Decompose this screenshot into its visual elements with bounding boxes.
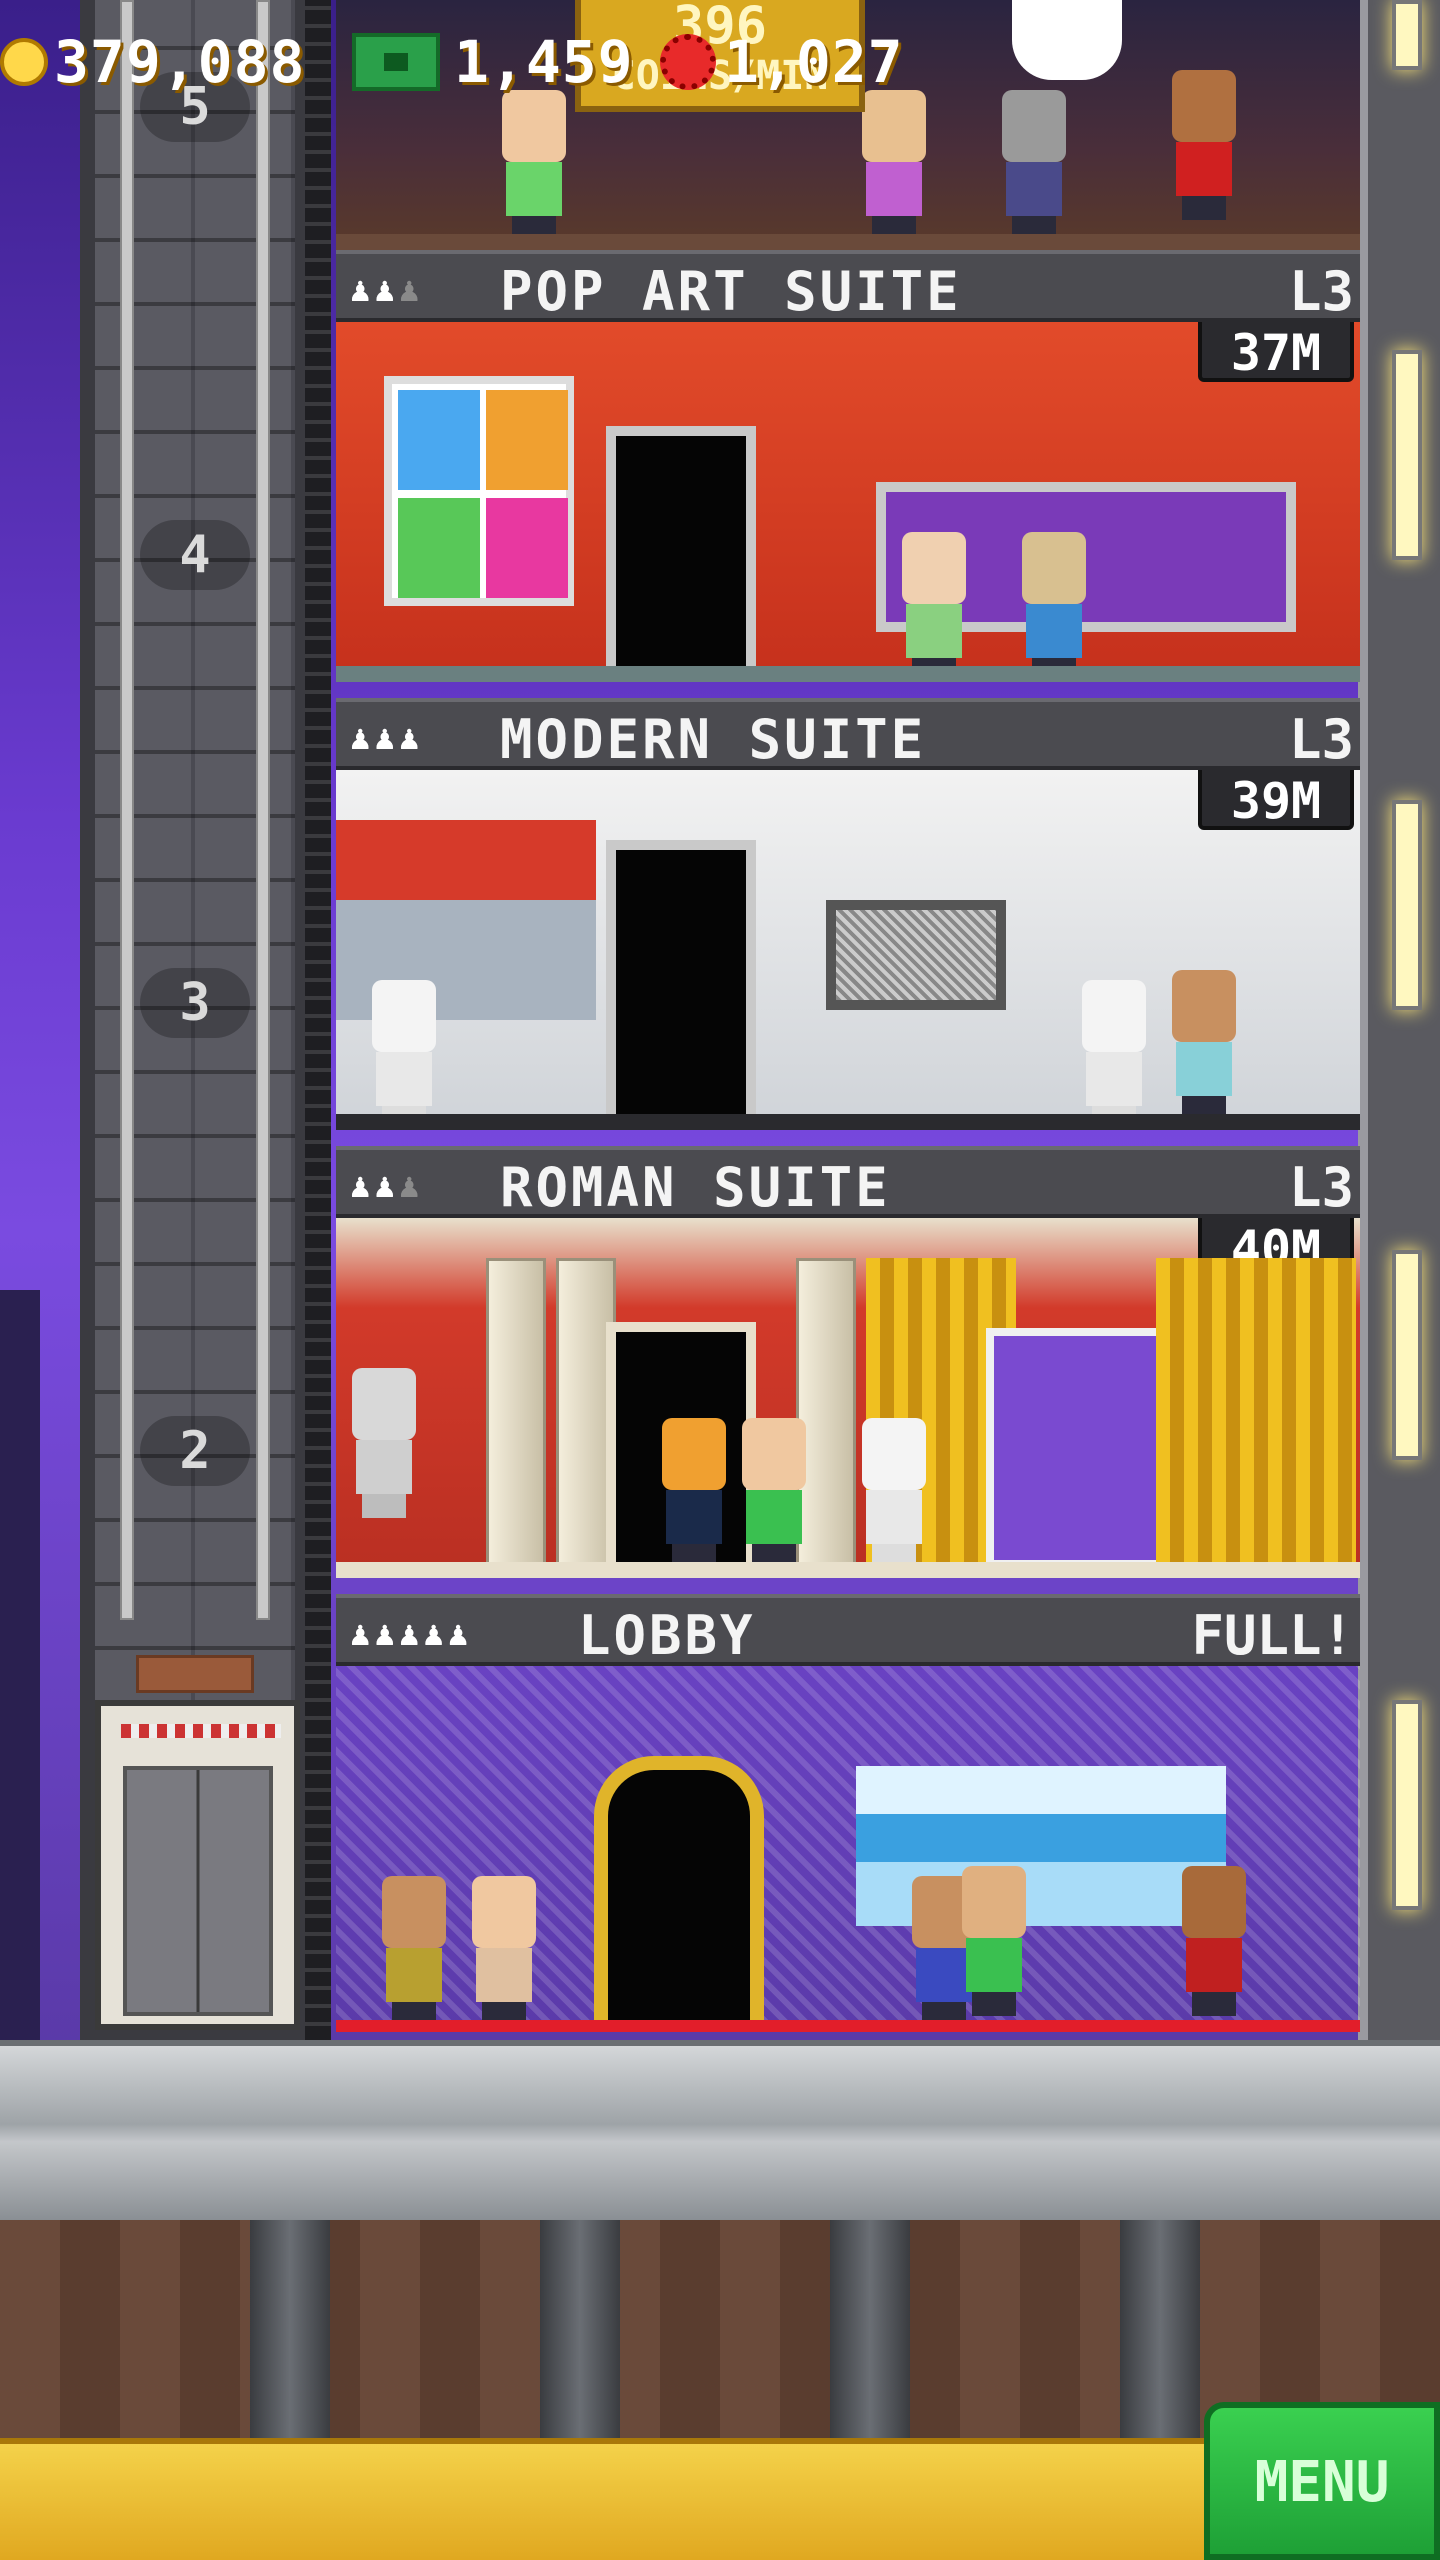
basement-pillar [540,2220,620,2440]
room-floor-strip [336,1114,1360,1130]
floor-level: L3 [1288,260,1354,323]
bitizen[interactable] [1166,970,1242,1120]
basement-pillar [250,2220,330,2440]
floor-label-lobby[interactable]: ♟♟♟♟♟ LOBBY FULL! [336,1594,1360,1667]
bitizen[interactable] [376,1876,452,2026]
bitizen[interactable] [656,1418,732,1568]
bitizen[interactable] [496,90,572,240]
bitizen[interactable] [736,1418,812,1568]
bitizen[interactable] [896,532,972,682]
city-skyline [0,1290,40,2050]
basement-pillar [1120,2220,1200,2440]
coins-value: 379,088 [54,28,306,96]
wall-lamp [1392,0,1422,70]
bitizen[interactable] [466,1876,542,2026]
floor-label-modern[interactable]: ♟♟♟ MODERN SUITE L3 [336,698,1360,771]
coin-icon [0,38,48,86]
bitizen[interactable] [366,980,442,1130]
elevator-doors [123,1766,273,2016]
wall-lamp [1392,800,1422,1010]
room-modern-suite[interactable]: 39M [336,770,1360,1130]
elevator-indicator [121,1724,281,1738]
bitizen[interactable] [996,90,1072,240]
elevator-rail-right [256,0,270,1620]
floor-name: ROMAN SUITE [500,1156,891,1219]
wall-lamp [1392,1700,1422,1910]
elevator-counterweight [136,1655,254,1693]
floor-number-2: 2 [140,1416,250,1486]
floor-label-roman[interactable]: ♟♟♟ ROMAN SUITE L3 [336,1146,1360,1219]
residents-indicator: ♟♟♟ [350,270,424,310]
floor-level: L3 [1288,1156,1354,1219]
floor-label-pop-art[interactable]: ♟♟♟ POP ART SUITE L3 [336,250,1360,323]
bitizen[interactable] [856,1418,932,1568]
thought-bubble [1012,0,1122,80]
room-pop-art-suite[interactable]: 37M [336,322,1360,682]
bitizen[interactable] [1166,70,1242,220]
residents-indicator: ♟♟♟ [350,1166,424,1206]
floor-level: L3 [1288,708,1354,771]
curtain [1156,1258,1356,1578]
wall-lamp [1392,350,1422,560]
room-floor-strip [336,1562,1360,1578]
elevator-car[interactable] [95,1700,300,2030]
statue [346,1368,422,1518]
floor-number-3: 3 [140,968,250,1038]
elevator-cable-track [305,0,331,2040]
bitizen[interactable] [1076,980,1152,1130]
lobby-door [594,1756,764,2032]
points-icon [660,34,716,90]
modern-painting [826,900,1006,1010]
bitizen[interactable] [956,1866,1032,2016]
residents-indicator: ♟♟♟♟♟ [350,1614,473,1654]
lobby-status: FULL! [1191,1604,1354,1667]
lobby-carpet [336,2020,1360,2032]
bux-icon [352,33,440,91]
room-floor-strip [336,666,1360,682]
stock-badge: 39M [1198,770,1354,830]
floor-number-4: 4 [140,520,250,590]
floor-name: MODERN SUITE [500,708,927,771]
pop-art-painting [384,376,574,606]
bitizen[interactable] [1016,532,1092,682]
points-value: 1,027 [724,28,904,96]
elevator-rail-left [120,0,134,1620]
pillar [486,1258,546,1568]
points-counter[interactable]: 1,027 [660,28,904,96]
menu-button[interactable]: MENU [1204,2402,1440,2560]
wall-lamp [1392,1250,1422,1460]
coins-counter[interactable]: 379,088 [0,28,306,96]
floor-name: LOBBY [578,1604,756,1667]
bitizen[interactable] [856,90,932,240]
room-floor-strip [336,234,1360,250]
ground-slab [0,2040,1440,2220]
room-door [606,840,756,1130]
stock-badge: 37M [1198,322,1354,382]
residents-indicator: ♟♟♟ [350,718,424,758]
bux-counter[interactable]: 1,459 [352,28,634,96]
basement-pillar [830,2220,910,2440]
room-lobby[interactable] [336,1666,1360,2032]
room-door [606,426,756,682]
bux-value: 1,459 [454,28,634,96]
floor-name: POP ART SUITE [500,260,962,323]
room-roman-suite[interactable]: 40M [336,1218,1360,1578]
bitizen[interactable] [1176,1866,1252,2016]
